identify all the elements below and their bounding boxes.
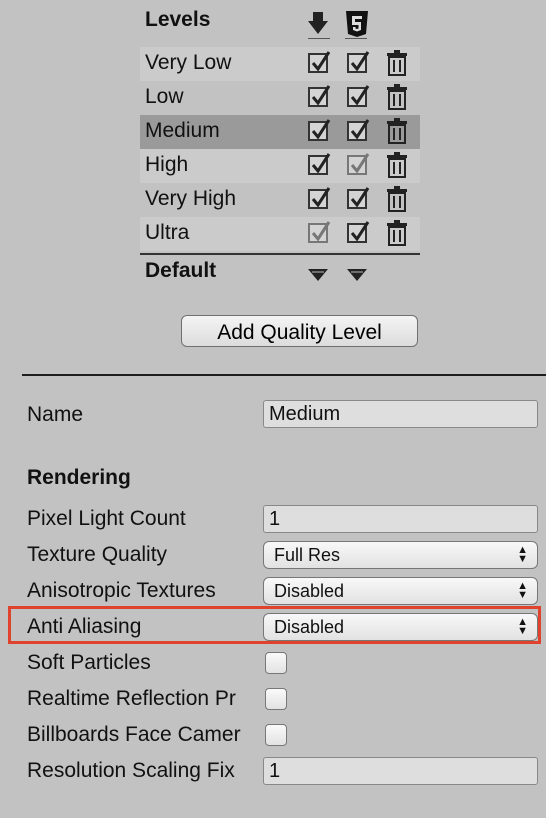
anti-aliasing-highlight bbox=[8, 606, 541, 644]
name-field[interactable]: Medium bbox=[263, 400, 538, 428]
default-row: Default bbox=[140, 253, 420, 289]
level-row[interactable]: Medium bbox=[140, 115, 420, 149]
anisotropic-textures-select[interactable]: Disabled ▲ ▼ bbox=[263, 577, 538, 605]
level-row[interactable]: Very High bbox=[140, 183, 420, 217]
texture-quality-value: Full Res bbox=[274, 545, 341, 565]
download-icon bbox=[308, 12, 328, 34]
default-label: Default bbox=[145, 259, 217, 282]
resolution-scaling-fix-field[interactable]: 1 bbox=[263, 757, 538, 785]
platform-checkbox[interactable] bbox=[347, 153, 370, 175]
platform-checkbox[interactable] bbox=[347, 187, 370, 209]
trash-icon[interactable] bbox=[386, 186, 408, 212]
trash-icon[interactable] bbox=[386, 118, 408, 144]
platform-checkbox[interactable] bbox=[308, 119, 331, 141]
level-row[interactable]: Low bbox=[140, 81, 420, 115]
level-row[interactable]: Very Low bbox=[140, 47, 420, 81]
billboards-face-camera-checkbox[interactable] bbox=[265, 724, 287, 746]
texture-quality-select[interactable]: Full Res ▲ ▼ bbox=[263, 541, 538, 569]
realtime-reflection-probes-label: Realtime Reflection Pr bbox=[27, 687, 236, 710]
level-label: Medium bbox=[145, 119, 220, 142]
platform-checkbox[interactable] bbox=[308, 51, 331, 73]
platform-checkbox[interactable] bbox=[308, 221, 331, 243]
level-label: Very Low bbox=[145, 51, 232, 74]
trash-icon[interactable] bbox=[386, 84, 408, 110]
level-label: Ultra bbox=[145, 221, 190, 244]
soft-particles-label: Soft Particles bbox=[27, 651, 151, 674]
level-label: Very High bbox=[145, 187, 237, 210]
level-row[interactable]: High bbox=[140, 149, 420, 183]
select-arrows-icon: ▲ ▼ bbox=[517, 580, 528, 601]
platform-checkbox[interactable] bbox=[308, 85, 331, 107]
billboards-face-camera-label: Billboards Face Camer bbox=[27, 723, 241, 746]
platform-checkbox[interactable] bbox=[347, 119, 370, 141]
divider bbox=[22, 374, 546, 376]
trash-icon[interactable] bbox=[386, 152, 408, 178]
realtime-reflection-probes-checkbox[interactable] bbox=[265, 688, 287, 710]
resolution-scaling-fix-label: Resolution Scaling Fix bbox=[27, 759, 235, 782]
levels-title: Levels bbox=[145, 8, 211, 31]
select-arrows-icon: ▲ ▼ bbox=[517, 544, 528, 565]
platform-checkbox[interactable] bbox=[308, 187, 331, 209]
soft-particles-checkbox[interactable] bbox=[265, 652, 287, 674]
download-underline bbox=[308, 38, 330, 39]
platform-checkbox[interactable] bbox=[308, 153, 331, 175]
default-dropdown-icon[interactable] bbox=[307, 268, 329, 282]
platform-checkbox[interactable] bbox=[347, 221, 370, 243]
trash-icon[interactable] bbox=[386, 50, 408, 76]
html5-icon bbox=[346, 11, 368, 37]
anisotropic-textures-label: Anisotropic Textures bbox=[27, 579, 216, 602]
level-label: Low bbox=[145, 85, 184, 108]
platform-checkbox[interactable] bbox=[347, 85, 370, 107]
level-label: High bbox=[145, 153, 189, 176]
level-row[interactable]: Ultra bbox=[140, 217, 420, 251]
add-quality-level-button[interactable]: Add Quality Level bbox=[181, 315, 418, 347]
texture-quality-label: Texture Quality bbox=[27, 543, 168, 566]
default-dropdown-icon[interactable] bbox=[346, 268, 368, 282]
pixel-light-count-label: Pixel Light Count bbox=[27, 507, 186, 530]
trash-icon[interactable] bbox=[386, 220, 408, 246]
platform-checkbox[interactable] bbox=[347, 51, 370, 73]
html5-underline bbox=[345, 38, 367, 39]
rendering-section-title: Rendering bbox=[27, 466, 131, 489]
anisotropic-textures-value: Disabled bbox=[274, 581, 345, 601]
pixel-light-count-field[interactable]: 1 bbox=[263, 505, 538, 533]
name-label: Name bbox=[27, 403, 84, 426]
